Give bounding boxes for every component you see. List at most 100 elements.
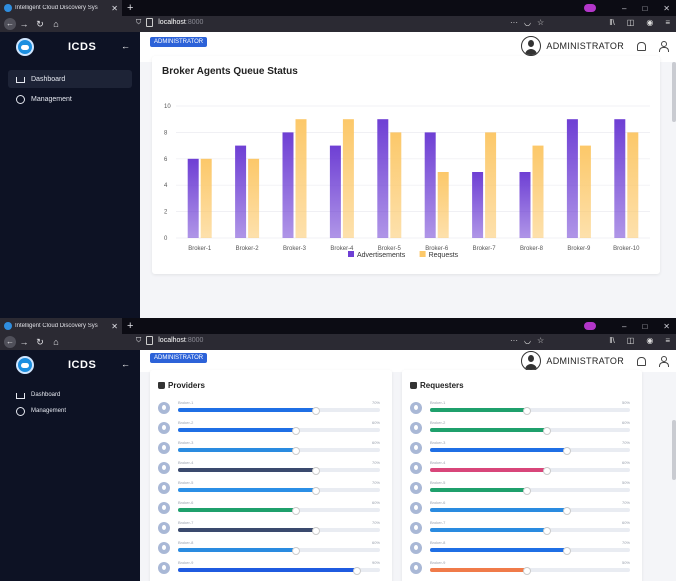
progress-track <box>430 507 630 515</box>
requesters-card: Requesters Broker-1 50% Broker-2 60% Broker-… <box>402 370 642 581</box>
user-name[interactable]: ADMINISTRATOR <box>546 41 624 51</box>
sidebar-item-management[interactable]: Management <box>8 404 132 418</box>
user-icon[interactable] <box>659 41 669 52</box>
url-actions: ··· ◡ ☆ <box>510 336 544 345</box>
home-icon[interactable]: ⌂ <box>48 337 64 347</box>
app-frame: ICDS ← Dashboard Management ADMINISTRATO… <box>0 32 676 318</box>
avatar[interactable] <box>521 36 542 56</box>
bookmark-star-icon[interactable]: ☆ <box>537 18 544 27</box>
maximize-icon[interactable]: □ <box>642 322 647 331</box>
browser-tab[interactable]: Intelligent Cloud Discovery Sys ✕ <box>0 318 122 334</box>
back-arrow-icon[interactable]: ← <box>4 336 16 348</box>
progress-row: Broker-1 50% <box>410 400 634 415</box>
progress-track <box>178 487 380 495</box>
progress-label: Broker-5 <box>178 480 194 485</box>
back-arrow-icon[interactable]: ← <box>4 18 16 30</box>
progress-label: Broker-3 <box>178 440 194 445</box>
progress-row: Broker-1 70% <box>158 400 384 415</box>
browser-tab[interactable]: Intelligent Cloud Discovery Sys ✕ <box>0 0 122 16</box>
progress-fill <box>178 527 321 535</box>
close-tab-icon[interactable]: ✕ <box>111 322 118 331</box>
bar-chart: 0246810Broker-1 Broker-2 Broker-3 Broker-4 B… <box>164 104 650 259</box>
new-tab-icon[interactable]: + <box>127 2 133 14</box>
sidebar-toggle-icon[interactable]: ◫ <box>627 18 635 27</box>
progress-percent: 60% <box>371 540 380 545</box>
progress-row: Broker-8 60% <box>158 540 384 555</box>
providers-title: Providers <box>168 381 205 390</box>
progress-row: Broker-9 50% <box>410 560 634 575</box>
forward-arrow-icon[interactable]: → <box>16 19 32 29</box>
progress-fill <box>430 527 551 535</box>
url-port: :8000 <box>185 337 204 344</box>
progress-row: Broker-4 70% <box>158 460 384 475</box>
collapse-sidebar-icon[interactable]: ← <box>121 359 130 369</box>
user-name[interactable]: ADMINISTRATOR <box>546 356 624 366</box>
library-icon[interactable]: ‖\ <box>609 336 615 345</box>
bar-advertisements <box>566 119 578 238</box>
sidebar-toggle-icon[interactable]: ◫ <box>627 336 635 345</box>
bar-advertisements <box>519 172 531 238</box>
avatar <box>410 542 422 554</box>
bell-icon[interactable] <box>637 41 646 51</box>
user-icon[interactable] <box>659 356 669 367</box>
close-window-icon[interactable]: ✕ <box>663 322 670 331</box>
account-icon[interactable]: ◉ <box>646 336 653 345</box>
reload-icon[interactable]: ↻ <box>32 337 48 348</box>
collapse-sidebar-icon[interactable]: ← <box>121 41 130 51</box>
pocket-icon[interactable]: ◡ <box>524 336 531 345</box>
progress-fill <box>430 447 571 455</box>
pocket-icon[interactable]: ◡ <box>524 18 531 27</box>
home-icon <box>16 393 25 399</box>
url-host: localhost <box>158 19 186 26</box>
new-tab-icon[interactable]: + <box>127 320 133 332</box>
gear-icon <box>16 406 25 416</box>
progress-label: Broker-7 <box>178 520 194 525</box>
progress-label: Broker-4 <box>430 460 446 465</box>
progress-row: Broker-3 70% <box>410 440 634 455</box>
library-icon[interactable]: ‖\ <box>609 18 615 27</box>
progress-fill <box>430 467 551 475</box>
toolbar-icons: ‖\ ◫ ◉ ≡ <box>609 336 670 345</box>
more-icon[interactable]: ··· <box>510 336 518 345</box>
sidebar-item-dashboard[interactable]: Dashboard <box>8 388 132 402</box>
sidebar-item-management[interactable]: Management <box>8 90 132 108</box>
progress-track <box>430 407 630 415</box>
bookmark-star-icon[interactable]: ☆ <box>537 336 544 345</box>
menu-icon[interactable]: ≡ <box>665 336 670 345</box>
avatar <box>410 462 422 474</box>
x-tick-label: Broker-9 <box>567 246 591 252</box>
bell-icon[interactable] <box>637 356 646 366</box>
shield-icon: ⛉ <box>136 336 142 344</box>
menu-icon[interactable]: ≡ <box>665 18 670 27</box>
progress-fill <box>430 487 531 495</box>
avatar <box>410 562 422 574</box>
reload-icon[interactable]: ↻ <box>32 19 48 30</box>
legend-label: Requests <box>429 252 459 259</box>
avatar[interactable] <box>521 351 542 371</box>
progress-row: Broker-8 70% <box>410 540 634 555</box>
progress-row: Broker-6 70% <box>410 500 634 515</box>
minimize-icon[interactable]: – <box>622 4 626 13</box>
avatar <box>410 422 422 434</box>
progress-label: Broker-2 <box>430 420 446 425</box>
sidebar-item-label: Management <box>31 408 67 414</box>
bar-requests <box>532 145 544 238</box>
sidebar-item-dashboard[interactable]: Dashboard <box>8 70 132 88</box>
maximize-icon[interactable]: □ <box>642 4 647 13</box>
scrollbar[interactable] <box>672 420 676 480</box>
progress-row: Broker-9 90% <box>158 560 384 575</box>
bar-advertisements <box>614 119 626 238</box>
minimize-icon[interactable]: – <box>622 322 626 331</box>
scrollbar[interactable] <box>672 62 676 122</box>
url-bar[interactable]: ⛉ localhost:8000 <box>136 336 203 345</box>
account-icon[interactable]: ◉ <box>646 18 653 27</box>
sidebar-item-label: Dashboard <box>31 392 61 398</box>
close-tab-icon[interactable]: ✕ <box>111 4 118 13</box>
forward-arrow-icon[interactable]: → <box>16 337 32 347</box>
progress-label: Broker-1 <box>430 400 446 405</box>
close-window-icon[interactable]: ✕ <box>663 4 670 13</box>
bar-advertisements <box>329 145 341 238</box>
more-icon[interactable]: ··· <box>510 18 518 27</box>
url-bar[interactable]: ⛉ localhost:8000 <box>136 18 203 27</box>
home-icon[interactable]: ⌂ <box>48 19 64 29</box>
